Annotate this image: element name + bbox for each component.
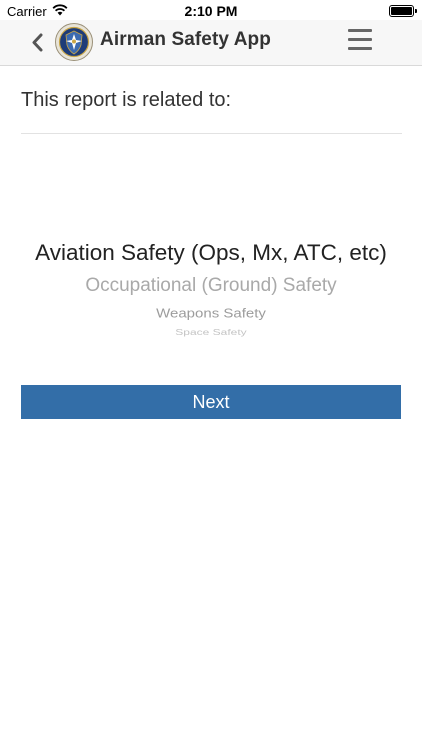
battery-icon [389, 5, 417, 17]
next-button[interactable]: Next [21, 385, 401, 419]
report-type-picker[interactable]: Aviation Safety (Ops, Mx, ATC, etc) Occu… [0, 230, 422, 350]
picker-option[interactable]: Occupational (Ground) Safety [0, 275, 422, 297]
question-label: This report is related to: [21, 89, 232, 111]
menu-button[interactable] [348, 29, 372, 53]
air-force-safety-shield-logo [55, 23, 93, 61]
chevron-left-icon [32, 33, 43, 52]
status-bar: Carrier 2:10 PM [0, 0, 422, 22]
status-time: 2:10 PM [184, 3, 238, 19]
picker-option-selected[interactable]: Aviation Safety (Ops, Mx, ATC, etc) [0, 240, 422, 266]
picker-option[interactable]: Weapons Safety [0, 306, 422, 321]
divider [21, 133, 402, 134]
app-title: Airman Safety App [100, 29, 271, 50]
picker-option[interactable]: Space Safety [0, 327, 422, 337]
navigation-bar: Airman Safety App [0, 20, 422, 66]
back-button[interactable] [26, 28, 50, 58]
